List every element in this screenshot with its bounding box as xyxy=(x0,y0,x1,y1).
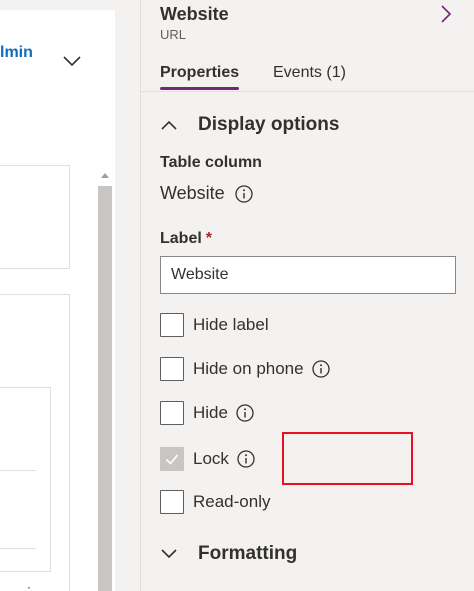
scrollbar-thumb[interactable] xyxy=(98,186,112,591)
checkbox-label: Hide on phone xyxy=(193,359,304,378)
form-field-placeholder[interactable] xyxy=(0,165,70,269)
tab-properties[interactable]: Properties xyxy=(160,64,240,90)
label-caption-text: Label xyxy=(160,230,202,247)
form-subsection-placeholder[interactable] xyxy=(0,387,51,572)
info-icon[interactable] xyxy=(237,450,255,468)
properties-panel: Website URL Properties Events (1) Displa… xyxy=(140,0,474,591)
form-card[interactable]: lmin ⋮ xyxy=(0,10,115,591)
card-title[interactable]: lmin xyxy=(0,44,33,62)
more-vertical-icon[interactable]: ⋮ xyxy=(22,584,36,591)
table-column-value: Website xyxy=(160,183,253,204)
checkbox-label: Hide label xyxy=(193,315,269,334)
chevron-down-icon xyxy=(161,549,177,559)
panel-title: Website xyxy=(160,4,229,24)
panel-subtitle: URL xyxy=(160,27,187,42)
required-marker: * xyxy=(205,230,213,247)
chevron-up-icon xyxy=(161,120,177,130)
checkbox-label: Hide xyxy=(193,403,228,422)
formatting-header[interactable]: Formatting xyxy=(160,543,297,565)
hide-label-checkbox[interactable] xyxy=(160,313,184,337)
hide-on-phone-option[interactable]: Hide on phone xyxy=(160,357,330,381)
scroll-up-icon[interactable] xyxy=(97,168,113,182)
table-column-label: Table column xyxy=(160,154,262,171)
lock-highlight-box xyxy=(282,432,413,485)
form-canvas: lmin ⋮ xyxy=(0,0,140,591)
scrollbar[interactable] xyxy=(97,168,113,591)
tab-divider xyxy=(141,91,474,92)
hide-checkbox[interactable] xyxy=(160,401,184,425)
checkbox-label: Lock xyxy=(193,449,229,468)
hide-on-phone-checkbox[interactable] xyxy=(160,357,184,381)
label-caption: Label * xyxy=(160,230,212,248)
section-title: Display options xyxy=(198,114,340,135)
hide-label-option[interactable]: Hide label xyxy=(160,313,269,337)
table-column-text: Website xyxy=(160,183,225,203)
info-icon[interactable] xyxy=(235,184,253,203)
tab-events[interactable]: Events (1) xyxy=(273,64,346,90)
checkbox-label: Read-only xyxy=(193,492,271,511)
chevron-down-icon[interactable] xyxy=(62,54,82,68)
hide-option[interactable]: Hide xyxy=(160,401,254,425)
section-title: Formatting xyxy=(198,543,298,564)
lock-option[interactable]: Lock xyxy=(160,447,255,471)
label-input[interactable] xyxy=(160,256,456,294)
info-icon[interactable] xyxy=(311,360,330,378)
read-only-checkbox[interactable] xyxy=(160,490,184,514)
chevron-right-icon[interactable] xyxy=(439,4,453,24)
display-options-header[interactable]: Display options xyxy=(160,114,339,136)
divider xyxy=(0,548,36,549)
info-icon[interactable] xyxy=(236,404,254,422)
read-only-option[interactable]: Read-only xyxy=(160,490,271,514)
lock-checkbox[interactable] xyxy=(160,447,184,471)
checkmark-icon xyxy=(165,454,179,465)
divider xyxy=(0,470,36,471)
